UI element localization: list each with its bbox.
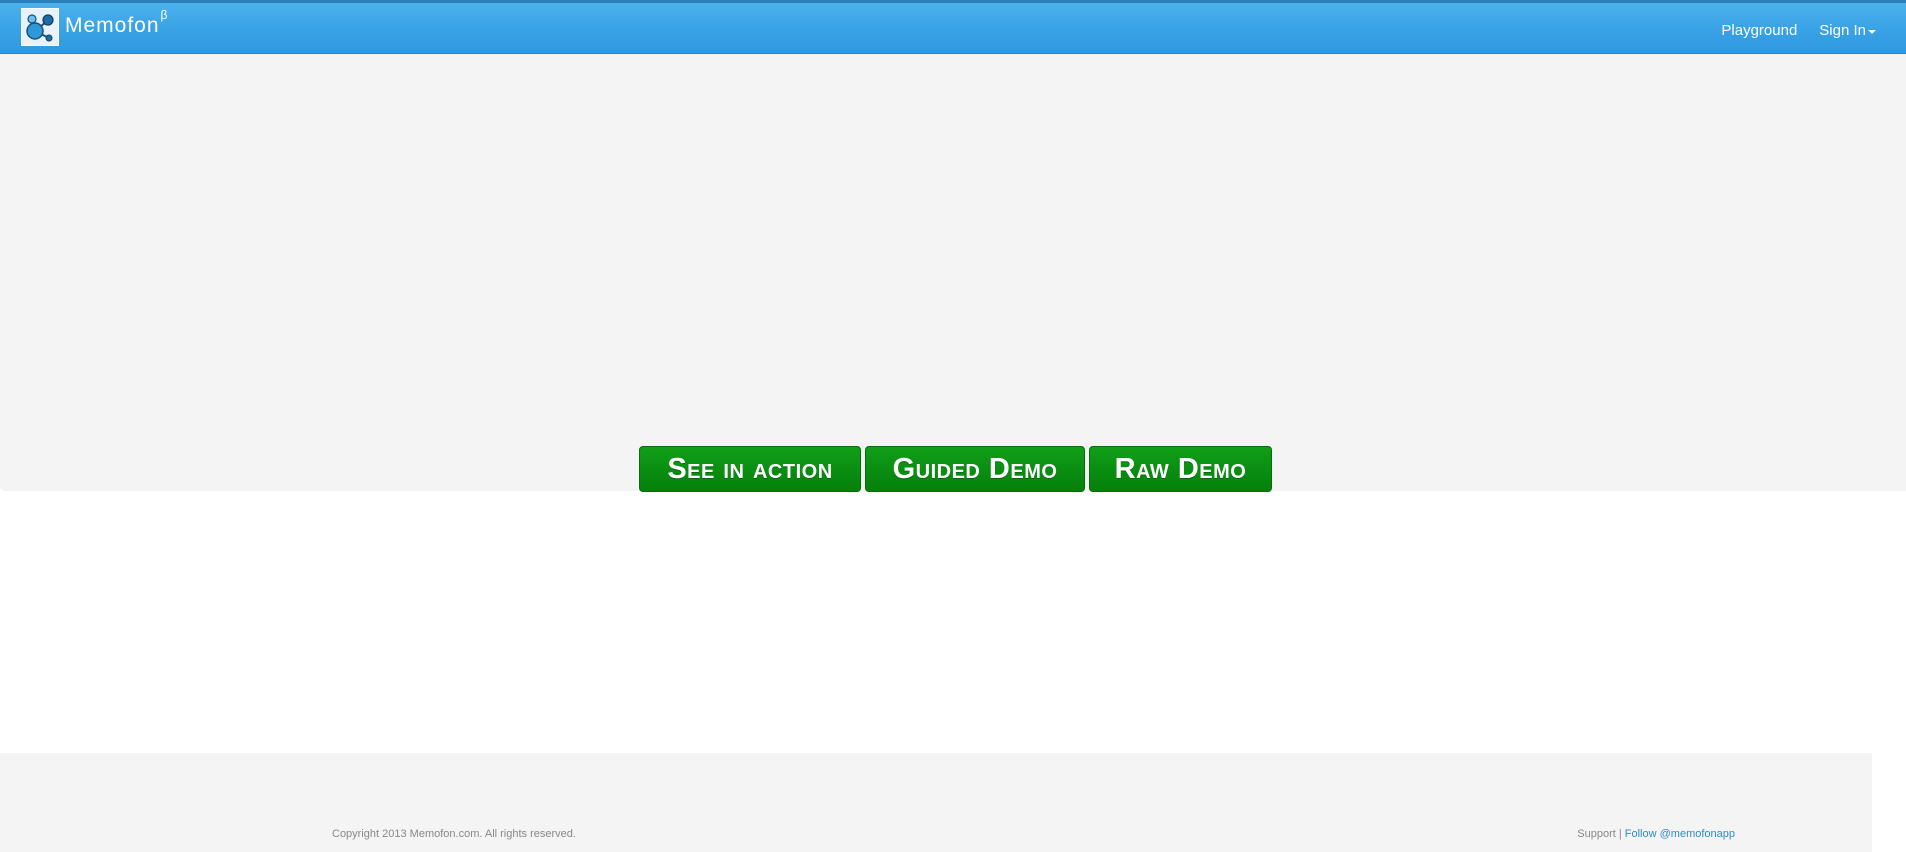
top-navbar: Memofon β Playground Sign In	[0, 0, 1906, 54]
copyright-text: Copyright 2013 Memofon.com. All rights r…	[332, 828, 576, 840]
support-link[interactable]: Support	[1577, 828, 1616, 840]
sign-in-label: Sign In	[1819, 21, 1866, 39]
brand-name[interactable]: Memofon	[65, 14, 160, 38]
beta-badge: β	[160, 8, 168, 22]
see-in-action-button[interactable]: See in action	[639, 446, 861, 492]
brand[interactable]: Memofon β	[21, 7, 167, 47]
follow-twitter-link[interactable]: Follow @memofonapp	[1625, 828, 1735, 840]
guided-demo-button[interactable]: Guided Demo	[865, 446, 1085, 492]
footer-separator: |	[1618, 828, 1622, 840]
page-footer: Copyright 2013 Memofon.com. All rights r…	[0, 753, 1872, 852]
memofon-logo-icon[interactable]	[21, 8, 59, 46]
nav-playground-link[interactable]: Playground	[1710, 22, 1808, 39]
caret-down-icon	[1868, 29, 1876, 34]
nav-links: Playground Sign In	[1710, 3, 1906, 57]
demo-button-group: See in action Guided Demo Raw Demo	[639, 446, 1272, 492]
nav-sign-in-dropdown[interactable]: Sign In	[1808, 22, 1906, 39]
hero-section	[0, 54, 1906, 491]
footer-links: Support | Follow @memofonapp	[1577, 828, 1735, 840]
raw-demo-button[interactable]: Raw Demo	[1089, 446, 1272, 492]
